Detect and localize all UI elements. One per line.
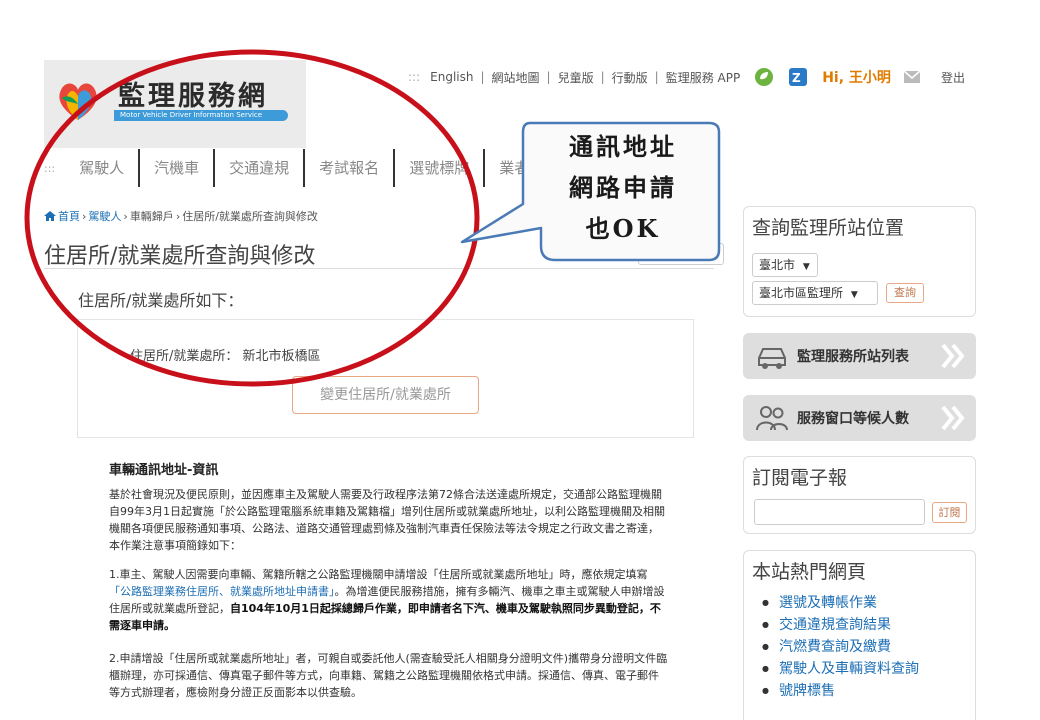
mail-icon[interactable] [903,70,921,84]
site-logo[interactable]: 監理服務網 Motor Vehicle Driver Information S… [44,60,306,148]
nav-item-plates[interactable]: 選號標牌 [395,149,486,187]
logo-title: 監理服務網 [118,81,268,112]
user-greeting[interactable]: Hi, 王小明 [822,67,891,87]
green-leaf-icon[interactable] [754,67,774,87]
top-link-mobile[interactable]: 行動版 [612,69,648,86]
popular-link[interactable]: 交通違規查詢結果 [762,615,919,637]
top-link-sitemap[interactable]: 網站地圖 [492,69,540,86]
popular-link[interactable]: 選號及轉帳作業 [762,593,919,615]
info-section-title: 車輛通訊地址-資訊 [109,463,219,478]
divider: | [654,70,659,84]
nav-item-violations[interactable]: 交通違規 [215,149,306,187]
divider: | [600,70,605,84]
callout-line: 通訊地址 [569,132,677,161]
home-icon [44,211,56,221]
nav-prefix: ::: [44,161,56,175]
divider: | [546,70,551,84]
top-links-bar: ::: English | 網站地圖 | 兒童版 | 行動版 | 監理服務 AP… [408,67,965,87]
nav-item-driver[interactable]: 駕駛人 [65,149,141,187]
popular-pages-title: 本站熱門網頁 [752,561,867,583]
info-paragraph-2: 1.車主、駕駛人因需要向車輛、駕籍所轄之公路監理機關申請增設「住居所或就業處所地… [109,566,669,634]
svg-text:Z: Z [792,71,801,85]
popular-link[interactable]: 駕駛人及車輛資料查詢 [762,659,919,681]
top-link-kids[interactable]: 兒童版 [558,69,594,86]
address-value: 新北市板橋區 [242,349,321,364]
section-subheading: 住居所/就業處所如下： [78,291,244,310]
people-icon [756,406,788,431]
change-address-button[interactable]: 變更住居所/就業處所 [292,376,479,414]
caret-down-icon: ▼ [850,290,858,300]
car-icon [758,348,786,369]
breadcrumb-separator: › [175,209,181,223]
application-form-link[interactable]: 「公路監理業務住居所、就業處所地址申請書」 [109,585,335,598]
callout-text: 通訊地址 網路申請 也OK [528,126,718,249]
breadcrumb-separator: › [123,209,128,223]
logout-link[interactable]: 登出 [941,69,965,86]
popular-link[interactable]: 汽燃費查詢及繳費 [762,637,919,659]
station-list-banner[interactable]: 監理服務所站列表 [743,333,976,379]
divider: | [480,70,485,84]
double-chevron-right-icon [941,343,965,369]
address-line: 住居所/就業處所： 新北市板橋區 [130,345,321,364]
info-paragraph-2-text: 1.車主、駕駛人因需要向車輛、駕籍所轄之公路監理機關申請增設「住居所或就業處所地… [109,568,648,581]
newsletter-subscribe-button[interactable]: 訂閱 [932,502,967,523]
title-divider [44,268,714,269]
breadcrumb-current: 住居所/就業處所查詢與修改 [182,210,318,223]
location-card-title: 查詢監理所站位置 [752,217,905,239]
office-select[interactable]: 臺北市區監理所 ▼ [752,281,878,305]
newsletter-card: 訂閱電子報 訂閱 [743,456,976,534]
info-paragraph-1: 基於社會現況及便民原則，並因應車主及駕駛人需要及行政程序法第72條合法送達處所規… [109,488,665,552]
city-select-value: 臺北市 [759,258,796,272]
top-links-prefix: ::: [408,70,421,84]
popular-pages-list: 選號及轉帳作業 交通違規查詢結果 汽燃費查詢及繳費 駕駛人及車輛資料查詢 號牌標… [762,593,919,703]
office-select-value: 臺北市區監理所 [759,286,844,300]
station-list-label: 監理服務所站列表 [797,349,909,365]
breadcrumb-home[interactable]: 首頁 [58,208,80,224]
location-search-card: 查詢監理所站位置 臺北市 ▼ 臺北市區監理所 ▼ 查詢 [743,206,976,317]
city-select[interactable]: 臺北市 ▼ [752,253,818,277]
newsletter-title: 訂閱電子報 [752,467,848,489]
info-paragraph-3: 2.申請增設「住居所或就業處所地址」者，可親自或委託他人(需查驗受託人相關身分證… [109,652,668,699]
logo-subtitle: Motor Vehicle Driver Information Service [114,110,288,121]
breadcrumb-vehicle-merge: 車輛歸戶 [129,210,174,223]
location-query-button[interactable]: 查詢 [886,283,924,303]
nav-item-exam[interactable]: 考試報名 [305,149,396,187]
accessibility-icon[interactable]: Z [788,67,808,87]
callout-line: 網路申請 [569,173,677,202]
queue-status-banner[interactable]: 服務窗口等候人數 [743,395,976,441]
caret-down-icon: ▼ [802,262,810,272]
callout-line: 也OK [585,214,661,243]
main-nav: ::: 駕駛人 汽機車 交通違規 考試報名 選號標牌 業者 規定 [44,148,603,188]
queue-status-label: 服務窗口等候人數 [797,411,909,427]
popular-pages-card: 本站熱門網頁 選號及轉帳作業 交通違規查詢結果 汽燃費查詢及繳費 駕駛人及車輛資… [743,550,976,720]
breadcrumb-separator: › [82,209,87,223]
page-title: 住居所/就業處所查詢與修改 [44,244,316,269]
top-link-english[interactable]: English [430,70,473,84]
top-link-app[interactable]: 監理服務 APP [666,69,741,86]
double-chevron-right-icon [941,405,965,431]
logo-mark-icon [59,83,97,120]
newsletter-email-input[interactable] [754,499,925,525]
address-label: 住居所/就業處所： [130,349,239,364]
popular-link[interactable]: 號牌標售 [762,681,919,703]
breadcrumb: 首頁 › 駕駛人 › 車輛歸戶 › 住居所/就業處所查詢與修改 [44,208,318,224]
breadcrumb-driver[interactable]: 駕駛人 [88,208,121,224]
nav-item-vehicle[interactable]: 汽機車 [140,149,216,187]
